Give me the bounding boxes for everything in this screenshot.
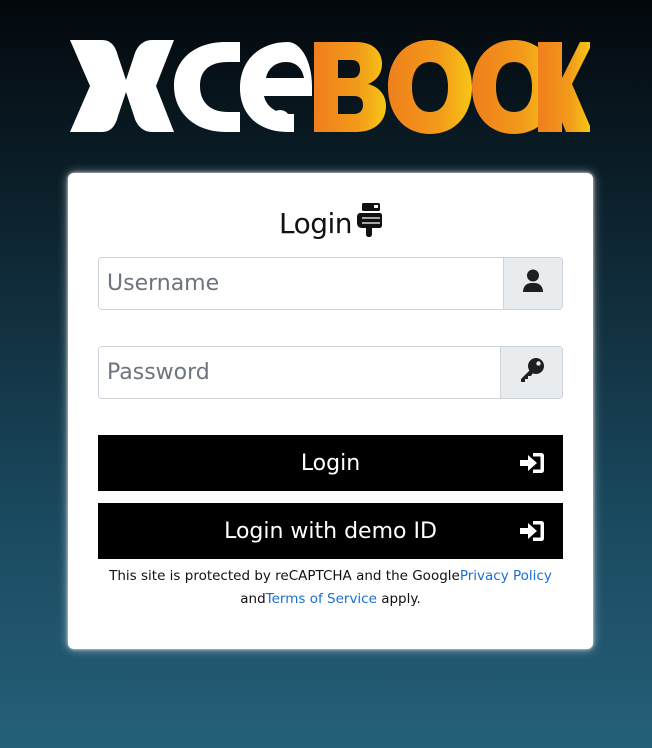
username-group bbox=[98, 257, 563, 310]
recaptcha-middle: and bbox=[240, 591, 266, 607]
username-addon bbox=[503, 258, 562, 309]
login-title: Login bbox=[278, 207, 353, 240]
user-icon bbox=[522, 269, 544, 298]
recaptcha-suffix: apply. bbox=[376, 591, 421, 607]
login-button[interactable]: Login bbox=[98, 435, 563, 491]
logo-book-wordmark bbox=[314, 40, 590, 134]
demo-login-button[interactable]: Login with demo ID bbox=[98, 503, 563, 559]
sign-in-icon bbox=[519, 452, 545, 474]
recaptcha-prefix: This site is protected by reCAPTCHA and … bbox=[109, 568, 460, 584]
login-card: Login Username Login Login with demo ID … bbox=[68, 173, 593, 649]
brand-logo bbox=[68, 34, 592, 138]
logo-ice-wordmark bbox=[70, 40, 312, 132]
terms-of-service-link[interactable]: Terms of Service bbox=[266, 591, 377, 607]
pointing-hand-icon bbox=[356, 203, 383, 244]
key-icon bbox=[519, 357, 545, 388]
demo-login-button-label: Login with demo ID bbox=[224, 518, 437, 544]
sign-in-icon bbox=[519, 520, 545, 542]
privacy-policy-link[interactable]: Privacy Policy bbox=[460, 568, 552, 584]
password-group bbox=[98, 346, 563, 399]
recaptcha-notice: This site is protected by reCAPTCHA and … bbox=[98, 565, 563, 611]
password-addon bbox=[500, 347, 562, 398]
username-input[interactable] bbox=[99, 258, 503, 309]
password-input[interactable] bbox=[99, 347, 500, 398]
login-button-label: Login bbox=[300, 450, 361, 476]
login-title-row: Login bbox=[68, 203, 593, 244]
